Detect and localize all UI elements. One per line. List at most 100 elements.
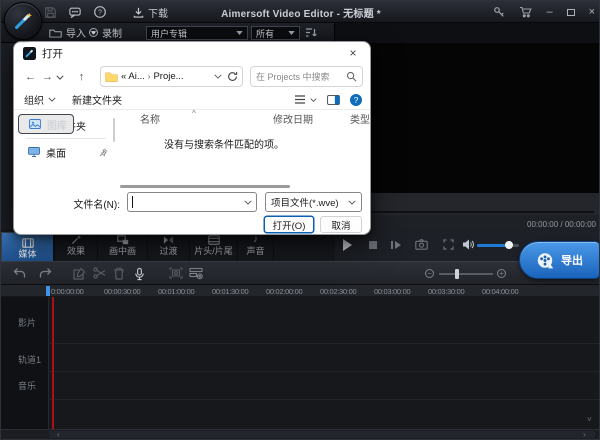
up-icon[interactable]: ↑ [73, 71, 90, 83]
feedback-icon[interactable] [69, 7, 81, 18]
vertical-scroll-down-icon[interactable]: ˅ [587, 415, 592, 424]
microphone-icon[interactable] [133, 267, 146, 281]
download-button[interactable]: 下载 [133, 5, 168, 20]
open-file-dialog: 打开 × ← → ↑ « Ai... › Proje... [13, 41, 371, 235]
filename-dropdown-chevron-icon[interactable] [244, 200, 252, 205]
pip-icon [117, 234, 129, 245]
organize-button[interactable]: 组织 [24, 92, 56, 107]
dialog-help-icon[interactable]: ? [350, 94, 362, 106]
new-folder-button[interactable]: 新建文件夹 [72, 92, 122, 107]
search-box[interactable] [250, 66, 363, 87]
view-options-button[interactable] [294, 95, 317, 104]
folder-icon [105, 72, 118, 82]
volume-slider[interactable] [477, 244, 519, 247]
music-track-row[interactable] [1, 372, 600, 400]
playhead-handle[interactable] [46, 286, 50, 296]
seek-bar[interactable] [343, 211, 594, 213]
video-canvas [336, 43, 600, 193]
freeze-frame-icon[interactable] [169, 267, 183, 279]
breadcrumb-current[interactable]: Proje... [153, 71, 183, 82]
split-scissors-icon[interactable] [93, 267, 106, 279]
zoom-in-icon[interactable]: + [497, 269, 506, 278]
redo-icon[interactable] [39, 267, 52, 279]
dialog-nav-bar: ← → ↑ « Ai... › Proje... [14, 64, 370, 90]
breadcrumb-separator: › [148, 72, 151, 81]
refresh-icon[interactable] [227, 71, 238, 82]
zoom-slider-handle[interactable] [455, 269, 459, 279]
timecode-display: 00:00:00 / 00:00:00 [527, 220, 596, 229]
fullscreen-icon[interactable] [443, 239, 454, 250]
sidebar-scrollbar[interactable] [113, 118, 115, 142]
video-track-row[interactable] [1, 297, 600, 344]
record-label: 录制 [102, 25, 122, 40]
filter-dropdown[interactable]: 所有 [251, 26, 300, 40]
download-label: 下载 [148, 5, 168, 20]
sidebar-item-gallery[interactable]: 图库 [18, 114, 74, 134]
caret-down-icon [48, 97, 56, 102]
edit-icon[interactable] [73, 267, 86, 280]
cancel-button[interactable]: 取消 [320, 216, 362, 233]
app-window: ? 下载 Aimersoft Video Editor - 无标题 * – × [0, 0, 600, 440]
sort-view-icon[interactable] [305, 27, 317, 38]
preview-panel: 00:00:00 / 00:00:00 [335, 43, 600, 233]
export-button[interactable]: 导出 [519, 241, 600, 279]
pin-icon [99, 148, 108, 157]
seek-bar-area[interactable] [336, 193, 600, 215]
play-button[interactable] [343, 239, 352, 251]
film-frame-icon [208, 234, 220, 245]
sidebar-divider [26, 138, 106, 139]
help-icon[interactable]: ? [94, 6, 106, 18]
timeline-tracks: 影片 轨道1 音乐 [1, 297, 600, 429]
filetype-dropdown[interactable]: 项目文件(*.wve) [265, 192, 362, 212]
close-button[interactable]: × [589, 7, 595, 18]
zoom-out-icon[interactable]: − [425, 269, 434, 278]
volume-slider-handle[interactable] [505, 241, 513, 249]
maximize-button[interactable] [567, 9, 575, 16]
column-name[interactable]: 名称 ^ [118, 111, 273, 126]
delete-trash-icon[interactable] [113, 267, 125, 280]
save-icon[interactable] [45, 7, 56, 18]
details-pane-icon[interactable] [327, 95, 340, 105]
column-date-modified[interactable]: 修改日期 [273, 111, 350, 126]
search-icon [346, 71, 357, 82]
step-forward-button[interactable] [391, 241, 401, 249]
dialog-title-bar: 打开 × [14, 42, 370, 64]
open-button[interactable]: 打开(O) [264, 216, 314, 233]
breadcrumb-root[interactable]: « Ai... [121, 71, 145, 82]
track1-row[interactable] [1, 344, 600, 372]
snapshot-icon[interactable] [415, 239, 428, 250]
dialog-app-icon [23, 47, 36, 60]
address-dropdown-chevron-icon[interactable] [214, 74, 222, 79]
undo-icon[interactable] [13, 267, 26, 279]
volume-icon[interactable] [462, 238, 475, 251]
forward-icon[interactable]: → [39, 71, 56, 83]
timeline-horizontal-scrollbar[interactable]: ‹ › [1, 429, 600, 439]
sidebar-item-desktop[interactable]: 桌面 [18, 142, 114, 162]
address-bar[interactable]: « Ai... › Proje... [100, 66, 243, 87]
minimize-button[interactable]: – [546, 7, 552, 18]
column-type[interactable]: 类型 [350, 111, 370, 126]
record-button[interactable]: 录制 [89, 25, 122, 40]
search-input[interactable] [256, 72, 346, 82]
filetype-dropdown-chevron-icon [348, 200, 356, 205]
stop-button[interactable] [369, 241, 377, 249]
tab-media[interactable]: 媒体 [1, 232, 54, 264]
dialog-close-icon[interactable]: × [336, 42, 370, 64]
filename-input[interactable] [127, 192, 257, 212]
zoom-slider[interactable] [439, 273, 493, 275]
media-icon [22, 237, 34, 248]
store-cart-icon[interactable] [519, 6, 532, 18]
register-key-icon[interactable] [493, 6, 505, 18]
back-icon[interactable]: ← [22, 71, 39, 83]
album-dropdown[interactable]: 用户专辑 [146, 26, 248, 40]
list-view-icon [294, 95, 306, 104]
track-manager-icon[interactable] [189, 267, 203, 280]
svg-text:?: ? [98, 10, 102, 17]
scroll-left-icon[interactable]: ‹ [57, 430, 60, 439]
timeline-ruler[interactable]: 0:00:00:00 00:00:30:00 00:01:00:00 00:01… [1, 285, 600, 297]
recent-locations-chevron-icon[interactable] [56, 75, 73, 80]
file-list-horizontal-scrollbar[interactable] [120, 185, 290, 188]
playhead-line[interactable] [52, 297, 54, 429]
scroll-right-icon[interactable]: › [583, 430, 586, 439]
film-reel-icon [536, 251, 555, 270]
